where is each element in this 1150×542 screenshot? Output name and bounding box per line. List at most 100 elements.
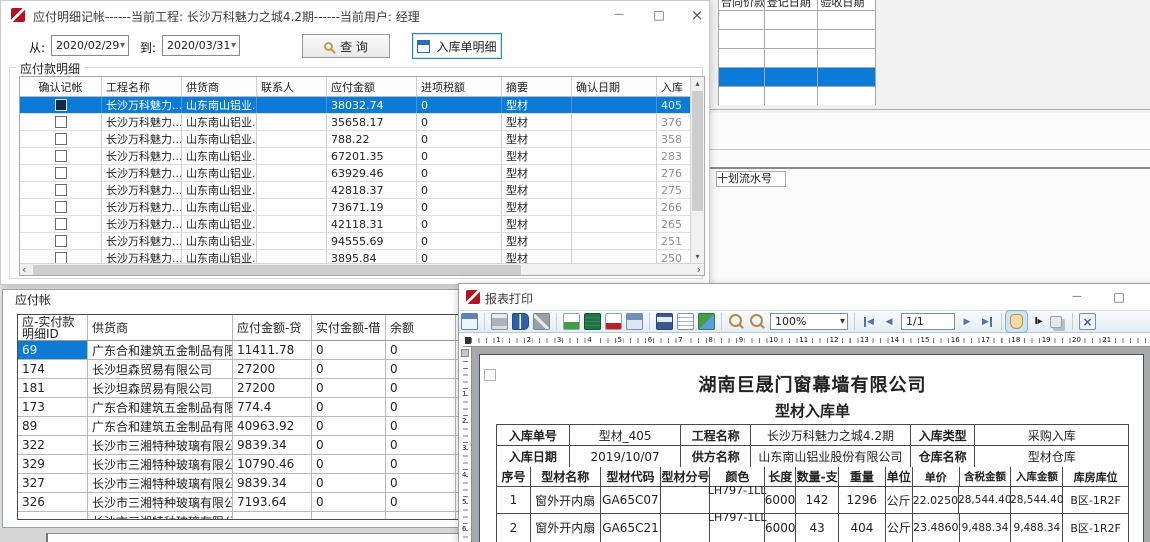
column-header[interactable]: 登记日期	[765, 0, 819, 10]
hand-tool-icon[interactable]	[1008, 313, 1025, 330]
ruler-number: 20	[1071, 336, 1082, 344]
maximize-button[interactable]	[645, 4, 673, 25]
table-row[interactable]: 89 广东合和建筑五金制品有限公司 40963.92 0 0	[18, 417, 458, 436]
maximize-button[interactable]	[1105, 286, 1133, 307]
close-preview-icon[interactable]	[1079, 313, 1096, 330]
table-row[interactable]: 174 长沙坦森贸易有限公司 27200 0 0	[18, 360, 458, 379]
vertical-scrollbar[interactable]	[690, 77, 704, 263]
balance-cell: 0	[386, 417, 456, 435]
page-number-input[interactable]: 1/1	[901, 313, 955, 330]
empty-row-selected[interactable]	[719, 67, 875, 86]
table-row[interactable]: 326 长沙市三湘特种玻璃有限公司 7193.64 0 0	[18, 493, 458, 512]
table-row[interactable]: 322 长沙市三湘特种玻璃有限公司 9839.34 0 0	[18, 436, 458, 455]
column-header[interactable]: 确认记帐	[20, 77, 102, 96]
title-bar[interactable]: 报表打印	[459, 284, 1150, 310]
confirm-checkbox[interactable]	[55, 184, 67, 196]
inbound-detail-button[interactable]: 入库单明细	[412, 33, 502, 59]
confirm-checkbox[interactable]	[55, 150, 67, 162]
last-page-button[interactable]	[979, 313, 995, 330]
confirm-checkbox[interactable]	[55, 133, 67, 145]
close-button[interactable]	[1143, 286, 1150, 307]
column-header[interactable]: 联系人	[257, 77, 327, 96]
table-row[interactable]: 长沙万科魅力... 山东南山铝业... 67201.35 0 型材 283	[20, 148, 690, 165]
table-row[interactable]: 69 广东合和建筑五金制品有限公司 11411.78 0 0	[18, 341, 458, 360]
close-button[interactable]	[683, 4, 711, 25]
column-header[interactable]: 余额	[386, 315, 456, 340]
ruler-number: 15	[920, 336, 931, 344]
window-icon[interactable]	[461, 313, 478, 330]
open-document-icon[interactable]	[677, 313, 694, 330]
table-row[interactable]: 长沙万科魅力... 山东南山铝业... 38032.74 0 型材 405	[20, 97, 690, 114]
column-header[interactable]: 应付金额	[327, 77, 417, 96]
to-date-combobox[interactable]: 2020/03/31	[162, 35, 240, 56]
export-excel-icon[interactable]	[584, 313, 601, 330]
table-row[interactable]: 长沙万科魅力... 山东南山铝业... 94555.69 0 型材 251	[20, 233, 690, 250]
confirm-checkbox[interactable]	[55, 252, 67, 263]
column-header[interactable]: 工程名称	[102, 77, 182, 96]
confirm-checkbox[interactable]	[55, 201, 67, 213]
payable-detail-window: 应付明细记帐------当前工程: 长沙万科魅力之城4.2期------当前用户…	[0, 0, 710, 285]
export-image-icon[interactable]	[563, 313, 580, 330]
minimize-button[interactable]	[605, 4, 633, 25]
column-header[interactable]: 应-实付款明细ID	[18, 315, 88, 340]
table-row[interactable]: 长沙万科魅力... 山东南山铝业... 35658.17 0 型材 376	[20, 114, 690, 131]
title-bar[interactable]: 应付明细记帐------当前工程: 长沙万科魅力之城4.2期------当前用户…	[1, 1, 709, 29]
table-row[interactable]: 长沙万科魅力... 山东南山铝业... 788.22 0 型材 358	[20, 131, 690, 148]
table-row[interactable]: 长沙万科魅力... 山东南山铝业... 63929.46 0 型材 276	[20, 165, 690, 182]
table-row[interactable]: 长沙万科魅力... 山东南山铝业... 42818.37 0 型材 275	[20, 182, 690, 199]
column-header[interactable]: 供货商	[88, 315, 233, 340]
zoom-in-icon[interactable]	[728, 313, 745, 330]
design-tools-icon[interactable]	[533, 313, 550, 330]
table-row[interactable]: 长沙万科魅力... 山东南山铝业... 3895.84 0 型材 250	[20, 250, 690, 263]
table-row[interactable]: 长沙市三湘特种玻璃有限公司	[18, 512, 458, 520]
amount-cell: 788.22	[327, 131, 417, 147]
column-header[interactable]: 确认日期	[572, 77, 657, 96]
column-header[interactable]: 入库	[657, 77, 690, 96]
save-icon[interactable]	[656, 313, 673, 330]
zoom-out-icon[interactable]	[749, 313, 766, 330]
table-row[interactable]: 327 长沙市三湘特种玻璃有限公司 9839.34 0 0	[18, 474, 458, 493]
column-header[interactable]: 实付金额-借	[312, 315, 386, 340]
print-preview-area[interactable]: 湖南巨晟门窗幕墙有限公司 型材入库单 入库单号 型材_405 工程名称 长沙万科…	[472, 347, 1150, 542]
empty-row[interactable]	[719, 29, 875, 48]
column-header[interactable]: 合同价款	[719, 0, 765, 10]
query-button[interactable]: 查 询	[302, 34, 390, 58]
export-html-icon[interactable]	[698, 313, 715, 330]
ruler-number: 4	[586, 336, 592, 344]
table-row[interactable]: 173 广东合和建筑五金制品有限公司 774.4 0 0	[18, 398, 458, 417]
confirm-checkbox[interactable]	[55, 167, 67, 179]
empty-row[interactable]	[719, 86, 875, 105]
table-row[interactable]: 181 长沙坦森贸易有限公司 27200 0 0	[18, 379, 458, 398]
confirm-checkbox[interactable]	[55, 116, 67, 128]
table-row[interactable]: 329 长沙市三湘特种玻璃有限公司 10790.46 0 0	[18, 455, 458, 474]
print-icon[interactable]	[491, 313, 508, 330]
export-pdf-icon[interactable]	[605, 313, 622, 330]
confirm-checkbox[interactable]	[55, 99, 67, 111]
empty-row[interactable]	[719, 48, 875, 67]
minimize-button[interactable]	[1063, 286, 1091, 307]
background-panel	[46, 533, 458, 542]
column-header[interactable]: 进项税额	[417, 77, 502, 96]
column-header[interactable]: 验收日期	[818, 0, 875, 10]
first-page-button[interactable]	[861, 313, 877, 330]
confirm-checkbox[interactable]	[55, 235, 67, 247]
scrollbar-thumb[interactable]	[33, 265, 521, 275]
horizontal-scrollbar[interactable]	[20, 263, 704, 276]
empty-row[interactable]	[719, 10, 875, 29]
ruler-number: 14	[889, 336, 900, 344]
scrollbar-thumb[interactable]	[692, 91, 703, 211]
copy-pages-icon[interactable]	[1050, 316, 1062, 328]
page-setup-icon[interactable]	[512, 313, 529, 330]
send-mail-icon[interactable]	[626, 313, 643, 330]
next-page-button[interactable]	[959, 313, 975, 330]
table-row[interactable]: 长沙万科魅力... 山东南山铝业... 42118.31 0 型材 265	[20, 216, 690, 233]
text-select-tool-icon[interactable]	[1029, 313, 1046, 330]
column-header[interactable]: 摘要	[502, 77, 572, 96]
confirm-checkbox[interactable]	[55, 218, 67, 230]
table-row[interactable]: 长沙万科魅力... 山东南山铝业... 73671.19 0 型材 266	[20, 199, 690, 216]
from-date-combobox[interactable]: 2020/02/29	[51, 35, 129, 56]
previous-page-button[interactable]	[881, 313, 897, 330]
column-header[interactable]: 供货商	[182, 77, 257, 96]
zoom-level-combobox[interactable]: 100%	[770, 313, 848, 330]
column-header[interactable]: 应付金额-贷	[233, 315, 312, 340]
